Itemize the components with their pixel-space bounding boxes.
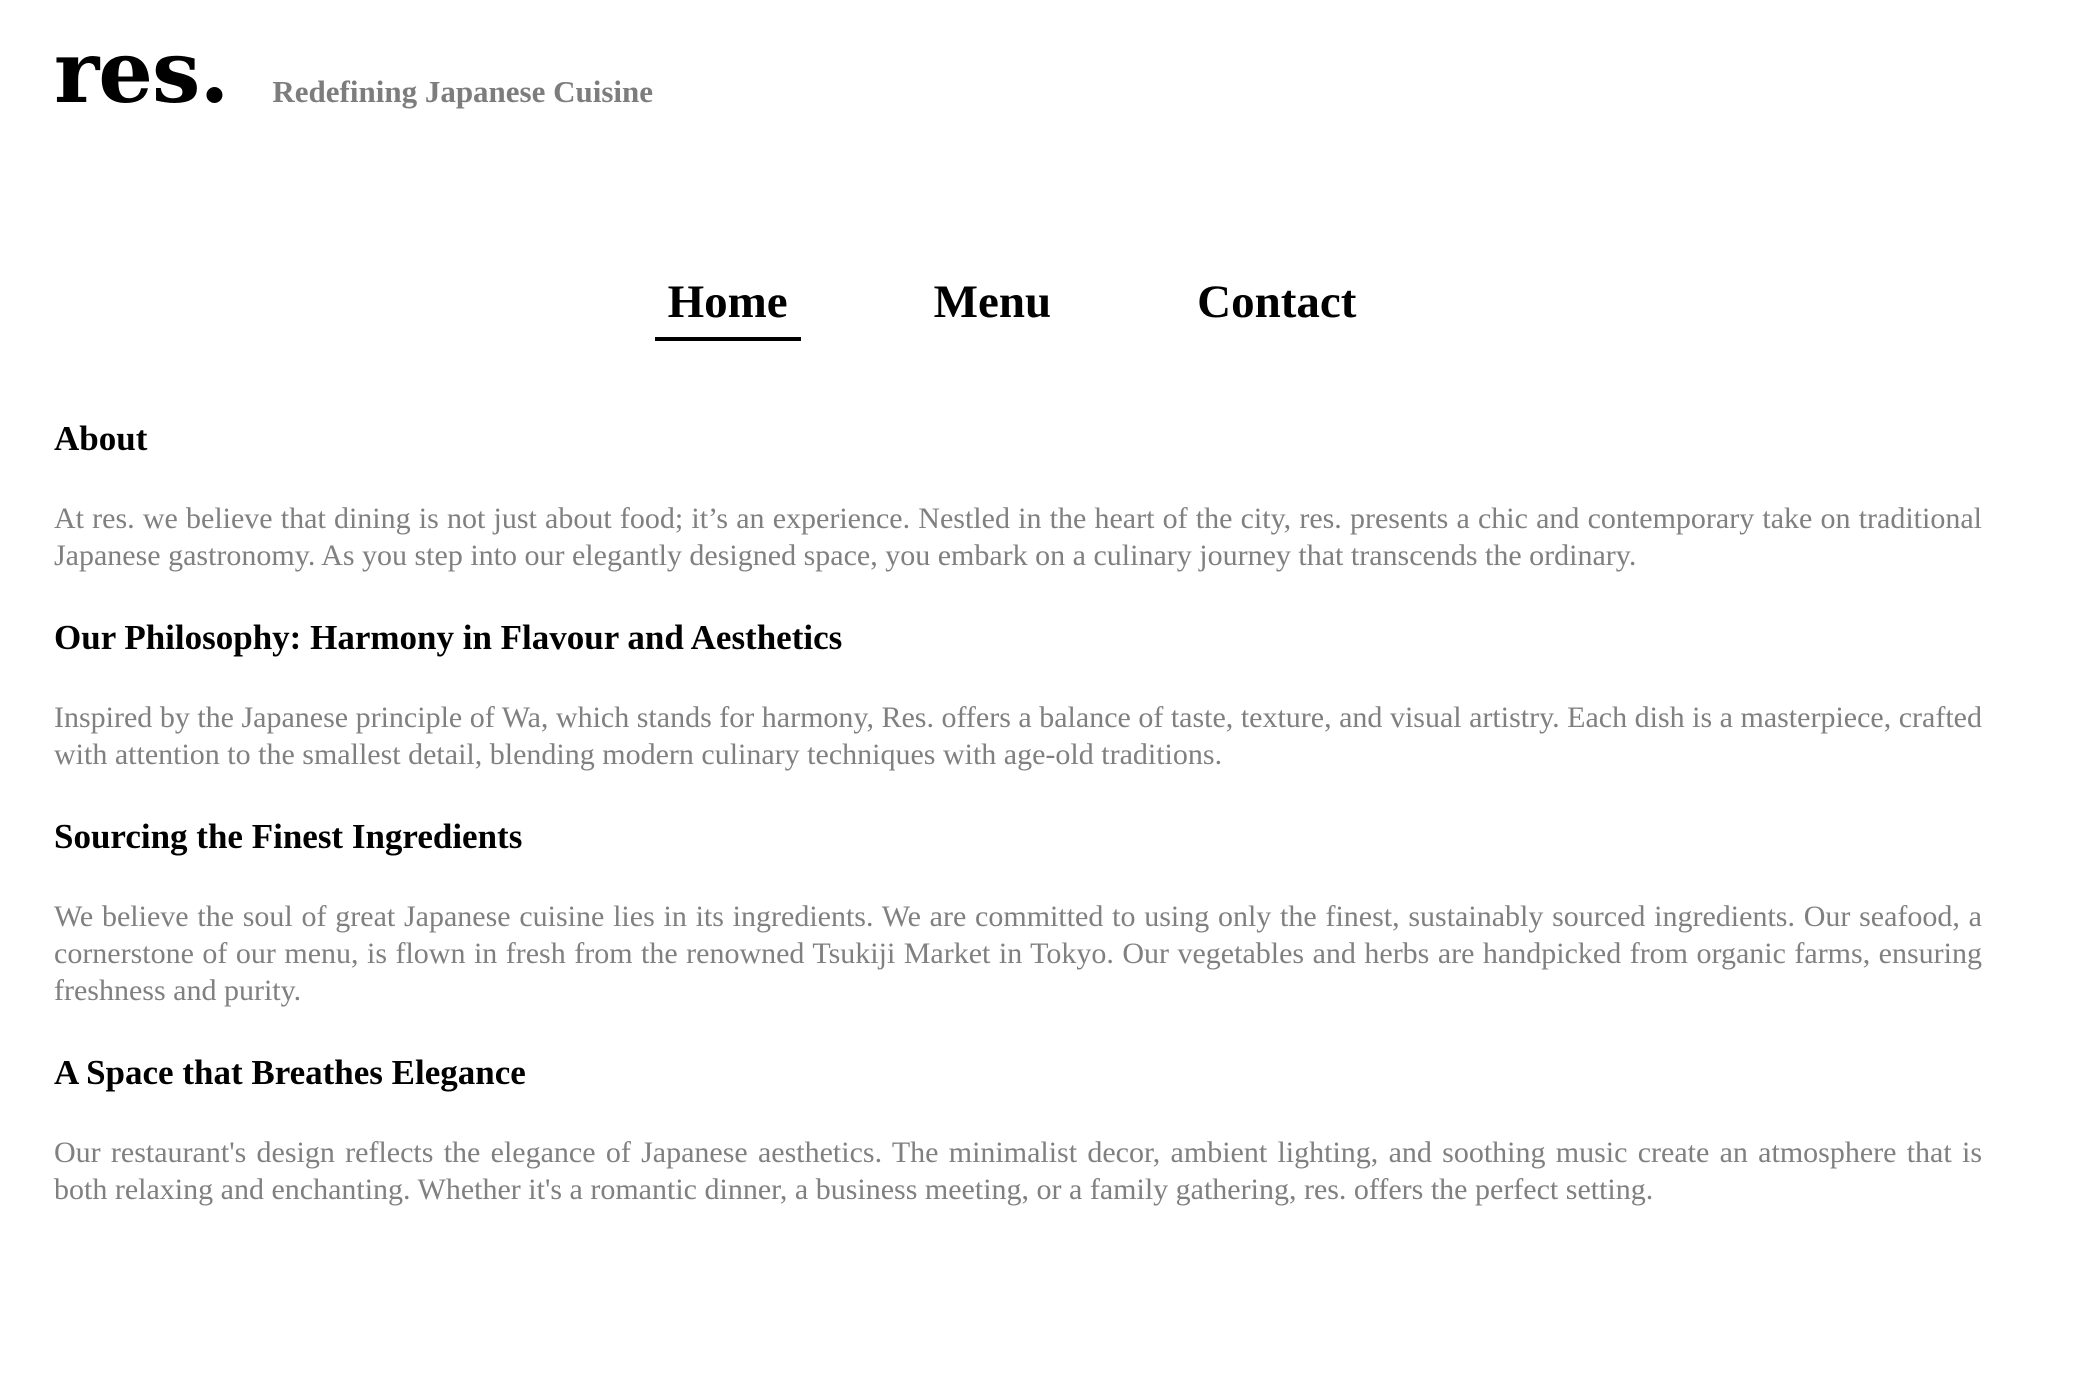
section-space: A Space that Breathes Elegance Our resta… xyxy=(54,1049,1982,1208)
section-body: We believe the soul of great Japanese cu… xyxy=(54,900,1982,1007)
section-ingredients: Sourcing the Finest Ingredients We belie… xyxy=(54,813,1982,1009)
section-heading: A Space that Breathes Elegance xyxy=(54,1053,526,1092)
nav-item-contact[interactable]: Contact xyxy=(1184,275,1369,341)
section-philosophy: Our Philosophy: Harmony in Flavour and A… xyxy=(54,614,1982,773)
section-heading: Sourcing the Finest Ingredients xyxy=(54,817,523,856)
section-body: Our restaurant's design reflects the ele… xyxy=(54,1136,1982,1206)
nav-item-menu[interactable]: Menu xyxy=(921,275,1065,341)
main-content: About At res. we believe that dining is … xyxy=(54,415,1982,1248)
site-header: res. Redefining Japanese Cuisine xyxy=(54,30,653,116)
nav-item-home[interactable]: Home xyxy=(654,275,801,341)
section-body: Inspired by the Japanese principle of Wa… xyxy=(54,701,1982,771)
tagline: Redefining Japanese Cuisine xyxy=(272,74,654,109)
section-about: About At res. we believe that dining is … xyxy=(54,415,1982,574)
logo[interactable]: res. xyxy=(54,30,229,116)
section-body: At res. we believe that dining is not ju… xyxy=(54,502,1982,572)
section-heading: Our Philosophy: Harmony in Flavour and A… xyxy=(54,618,843,657)
main-nav: Home Menu Contact xyxy=(0,275,2094,341)
section-heading: About xyxy=(54,419,148,458)
